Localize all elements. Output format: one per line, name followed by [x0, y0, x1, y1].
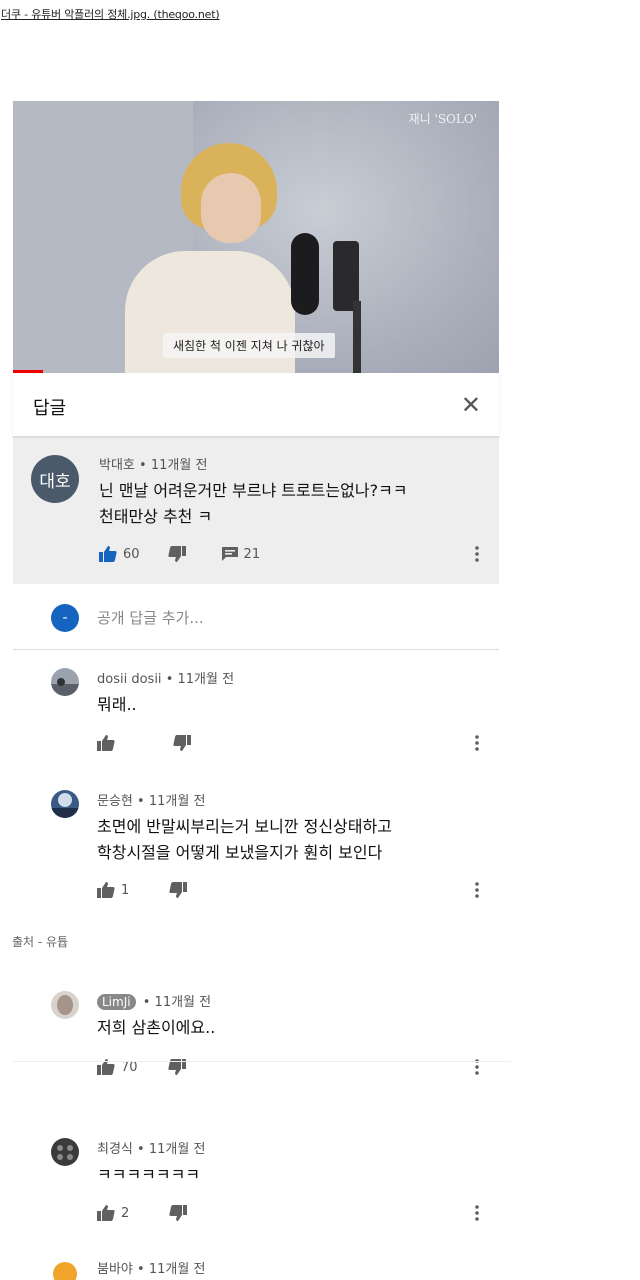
- add-reply-input[interactable]: 공개 답글 추가...: [97, 607, 204, 628]
- more-vertical-icon: [475, 546, 479, 562]
- comment-author[interactable]: 문승현: [97, 794, 133, 809]
- comment-actions: 2: [97, 1205, 188, 1221]
- thumbs-down-icon: [173, 735, 191, 751]
- thumbs-up-icon: [97, 882, 115, 898]
- source-note: 출처 - 유튭: [12, 935, 69, 949]
- video-progress-bar[interactable]: [13, 370, 43, 373]
- avatar[interactable]: [51, 991, 79, 1019]
- close-icon[interactable]: ✕: [461, 391, 481, 419]
- like-button[interactable]: 2: [97, 1205, 129, 1221]
- more-vertical-icon: [475, 882, 479, 898]
- comment-author[interactable]: 박대호: [99, 458, 135, 473]
- like-button[interactable]: 60: [99, 546, 140, 562]
- dislike-button[interactable]: [169, 1205, 188, 1221]
- meta-separator: •: [137, 794, 145, 809]
- dislike-button[interactable]: [169, 882, 188, 898]
- comment-meta: 붐바야 • 11개월 전: [97, 1258, 205, 1277]
- thumbs-down-icon: [167, 546, 186, 562]
- more-button[interactable]: [475, 546, 479, 562]
- comment-text-line: 닌 맨날 어려운거만 부르냐 트로트는없나?ㅋㅋ: [99, 481, 408, 500]
- meta-separator: •: [139, 458, 147, 473]
- add-reply-row[interactable]: - 공개 답글 추가...: [13, 590, 499, 650]
- video-subtitle: 새침한 척 이젠 지쳐 나 귀찮아: [163, 333, 335, 358]
- thumbs-up-icon: [99, 546, 117, 562]
- comment-text: ㅋㅋㅋㅋㅋㅋㅋ: [97, 1165, 201, 1184]
- microphone: [291, 233, 319, 315]
- like-button[interactable]: 1: [97, 882, 129, 898]
- like-count: 1: [121, 882, 130, 898]
- dislike-button[interactable]: [173, 735, 191, 751]
- meta-separator: •: [137, 1142, 145, 1157]
- like-count: 2: [121, 1205, 130, 1221]
- comment-text: 뭐래..: [97, 695, 137, 714]
- divider: [13, 1061, 511, 1062]
- avatar[interactable]: [51, 1258, 79, 1280]
- replies-header: 답글 ✕: [13, 374, 499, 438]
- meta-separator: •: [137, 1262, 145, 1277]
- more-button[interactable]: [475, 735, 479, 751]
- replies-title: 답글: [33, 398, 67, 419]
- thumbs-up-icon: [97, 735, 115, 751]
- like-count: 60: [123, 546, 140, 562]
- like-button[interactable]: [97, 735, 115, 751]
- video-watermark: 재니 'SOLO': [408, 112, 477, 126]
- comment-time: 11개월 전: [148, 1262, 206, 1277]
- thumbs-down-icon: [169, 1205, 188, 1221]
- comment-time: 11개월 전: [148, 1142, 206, 1157]
- comment-meta: LimJi • 11개월 전: [97, 991, 211, 1010]
- comment-actions: [97, 735, 191, 751]
- more-button[interactable]: [475, 882, 479, 898]
- meta-separator: •: [142, 995, 151, 1010]
- comment-author[interactable]: 최경식: [97, 1142, 133, 1157]
- thumbs-down-icon: [169, 882, 188, 898]
- comment-text: 닌 맨날 어려운거만 부르냐 트로트는없나?ㅋㅋ 천태만상 추천 ㅋ: [99, 478, 479, 530]
- comment-text-line: 천태만상 추천 ㅋ: [99, 507, 213, 526]
- comment-text-line: 초면에 반말씨부리는거 보니깐 정신상태하고: [97, 817, 392, 836]
- comment-time: 11개월 전: [177, 672, 235, 687]
- comment-meta: 최경식 • 11개월 전: [97, 1138, 205, 1157]
- more-button[interactable]: [475, 1205, 479, 1221]
- comment-meta: dosii dosii • 11개월 전: [97, 668, 234, 687]
- comment-meta: 박대호 • 11개월 전: [99, 454, 207, 473]
- comment-text: 저희 삼촌이에요..: [97, 1018, 216, 1037]
- avatar[interactable]: 대호: [31, 455, 79, 503]
- more-vertical-icon: [475, 735, 479, 751]
- meta-separator: •: [165, 672, 174, 687]
- comment-time: 11개월 전: [150, 458, 208, 473]
- comment-time: 11개월 전: [154, 995, 212, 1010]
- video-player[interactable]: 재니 'SOLO' 새침한 척 이젠 지쳐 나 귀찮아: [13, 101, 499, 373]
- page-title[interactable]: 더쿠 - 유튜버 악플러의 정체.jpg. (theqoo.net): [1, 6, 220, 22]
- singer-face: [201, 173, 261, 243]
- thumbs-up-icon: [97, 1205, 115, 1221]
- microphone-pole: [353, 301, 361, 373]
- avatar[interactable]: [51, 668, 79, 696]
- comment-author[interactable]: 붐바야: [97, 1262, 133, 1277]
- avatar[interactable]: [51, 1138, 79, 1166]
- more-vertical-icon: [475, 1205, 479, 1221]
- comment-text-line: 학창시절을 어떻게 보냈을지가 훤히 보인다: [97, 843, 383, 862]
- comment-time: 11개월 전: [148, 794, 206, 809]
- reply-count-button[interactable]: 21: [221, 546, 261, 562]
- comment-actions: 60 21: [99, 546, 260, 562]
- dislike-button[interactable]: [167, 546, 186, 562]
- comment-actions: 1: [97, 882, 188, 898]
- avatar: -: [51, 604, 79, 632]
- author-badge[interactable]: LimJi: [97, 994, 136, 1010]
- comment-icon: [221, 547, 238, 561]
- avatar[interactable]: [51, 790, 79, 818]
- main-comment: 대호 박대호 • 11개월 전 닌 맨날 어려운거만 부르냐 트로트는없나?ㅋㅋ…: [13, 438, 499, 584]
- comment-meta: 문승현 • 11개월 전: [97, 790, 205, 809]
- comment-text: 초면에 반말씨부리는거 보니깐 정신상태하고 학창시절을 어떻게 보냈을지가 훤…: [97, 814, 487, 866]
- comment-author[interactable]: dosii dosii: [97, 672, 162, 687]
- reply-count: 21: [243, 546, 261, 562]
